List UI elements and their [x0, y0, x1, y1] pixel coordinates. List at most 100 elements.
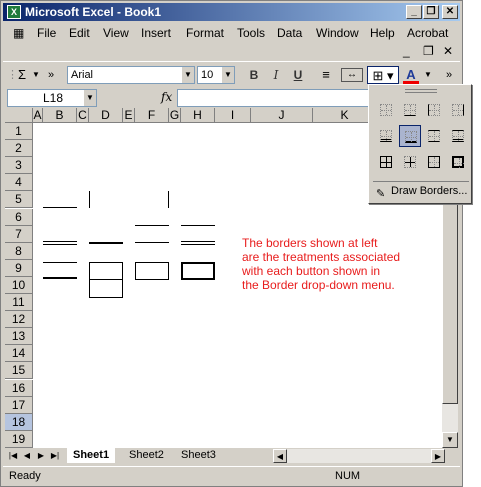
workbook-restore-button[interactable]: ❐: [423, 44, 434, 58]
border-sample-bottom: [43, 207, 77, 208]
row-header[interactable]: 5: [5, 191, 33, 209]
select-all-corner[interactable]: [5, 108, 33, 123]
menu-acrobat[interactable]: Acrobat: [407, 26, 448, 40]
status-ready: Ready: [9, 470, 41, 482]
row-header[interactable]: 13: [5, 328, 33, 346]
menu-tools[interactable]: Tools: [237, 26, 265, 40]
row-header[interactable]: 15: [5, 362, 33, 380]
next-sheet-icon[interactable]: ▶: [35, 450, 47, 462]
title-bar: X Microsoft Excel - Book1 _ ❐ ✕: [3, 3, 460, 21]
scroll-down-icon[interactable]: ▼: [442, 432, 458, 448]
border-sample-top-thick-bottom-a: [43, 262, 77, 263]
scroll-left-icon[interactable]: ◀: [273, 449, 287, 463]
thick-box-border-icon[interactable]: [447, 151, 469, 173]
inside-borders-icon[interactable]: [399, 151, 421, 173]
outside-borders-icon[interactable]: [423, 151, 445, 173]
tab-sheet3[interactable]: Sheet3: [175, 448, 222, 463]
row-header[interactable]: 18: [5, 413, 33, 431]
borders-button[interactable]: ⊞ ▾: [367, 66, 399, 84]
workbook-close-button[interactable]: ✕: [443, 44, 453, 58]
italic-button[interactable]: I: [267, 66, 285, 84]
top-bottom-border-icon[interactable]: [423, 125, 445, 147]
restore-button[interactable]: ❐: [423, 5, 439, 19]
font-color-button[interactable]: A: [403, 66, 419, 84]
close-button[interactable]: ✕: [442, 5, 458, 19]
border-dropdown-menu: ✎ Draw Borders...: [368, 84, 472, 204]
row-header[interactable]: 6: [5, 208, 33, 226]
more-buttons-icon[interactable]: »: [45, 66, 57, 84]
status-num: NUM: [335, 470, 361, 482]
row-header[interactable]: 10: [5, 276, 33, 294]
excel-window: X Microsoft Excel - Book1 _ ❐ ✕ ▦ File E…: [0, 0, 463, 487]
chevron-down-icon[interactable]: ▼: [84, 90, 96, 106]
font-size-combo[interactable]: 10 ▼: [197, 66, 235, 84]
autosum-button[interactable]: Σ: [15, 66, 29, 84]
column-header-g[interactable]: G: [169, 108, 181, 123]
name-box[interactable]: L18 ▼: [7, 89, 97, 107]
column-header-d[interactable]: D: [89, 108, 123, 123]
menu-data[interactable]: Data: [277, 26, 302, 40]
column-header-h[interactable]: H: [181, 108, 215, 123]
column-header-c[interactable]: C: [77, 108, 89, 123]
border-sample-top-double-b: [181, 244, 215, 245]
row-header[interactable]: 2: [5, 140, 33, 158]
left-border-icon[interactable]: [423, 99, 445, 121]
insert-function-icon[interactable]: fx: [161, 90, 172, 104]
column-header-j[interactable]: J: [251, 108, 313, 123]
row-header[interactable]: 19: [5, 430, 33, 448]
bottom-border-icon[interactable]: [399, 99, 421, 121]
tab-sheet2[interactable]: Sheet2: [123, 448, 170, 463]
first-sheet-icon[interactable]: |◀: [7, 450, 19, 462]
column-header-f[interactable]: F: [135, 108, 169, 123]
row-header[interactable]: 16: [5, 379, 33, 397]
row-header[interactable]: 8: [5, 242, 33, 260]
underline-button[interactable]: U: [289, 66, 307, 84]
column-header-e[interactable]: E: [123, 108, 135, 123]
top-double-bottom-border-icon[interactable]: [447, 125, 469, 147]
last-sheet-icon[interactable]: ▶|: [49, 450, 61, 462]
align-icon[interactable]: ≡: [317, 66, 335, 84]
menu-view[interactable]: View: [103, 26, 129, 40]
minimize-button[interactable]: _: [406, 5, 422, 19]
draw-borders-item[interactable]: ✎ Draw Borders...: [373, 181, 469, 200]
horizontal-scrollbar[interactable]: ◀ ▶: [273, 449, 445, 463]
row-header[interactable]: 14: [5, 345, 33, 363]
workbook-icon[interactable]: ▦: [13, 26, 24, 40]
menu-file[interactable]: File: [37, 26, 56, 40]
prev-sheet-icon[interactable]: ◀: [21, 450, 33, 462]
menu-help[interactable]: Help: [370, 26, 395, 40]
right-border-icon[interactable]: [447, 99, 469, 121]
no-border-icon[interactable]: [375, 99, 397, 121]
column-header-i[interactable]: I: [215, 108, 251, 123]
menu-grip[interactable]: [405, 89, 437, 93]
bold-button[interactable]: B: [245, 66, 263, 84]
all-borders-icon[interactable]: [375, 151, 397, 173]
font-color-dropdown-icon[interactable]: ▼: [423, 66, 433, 84]
menu-window[interactable]: Window: [316, 26, 359, 40]
row-header[interactable]: 9: [5, 259, 33, 277]
column-header-a[interactable]: A: [33, 108, 43, 123]
chevron-down-icon[interactable]: ▼: [182, 67, 194, 83]
toolbar-options-icon[interactable]: »: [443, 66, 455, 84]
menu-edit[interactable]: Edit: [69, 26, 90, 40]
workbook-minimize-button[interactable]: _: [403, 44, 410, 58]
bottom-double-border-icon[interactable]: [375, 125, 397, 147]
menu-insert[interactable]: Insert: [141, 26, 171, 40]
row-header[interactable]: 11: [5, 294, 33, 312]
excel-icon[interactable]: X: [7, 5, 21, 19]
merge-center-icon[interactable]: ↔: [341, 68, 363, 82]
menu-format[interactable]: Format: [186, 26, 224, 40]
scroll-right-icon[interactable]: ▶: [431, 449, 445, 463]
row-header[interactable]: 17: [5, 396, 33, 414]
tab-sheet1[interactable]: Sheet1: [67, 448, 116, 463]
row-header[interactable]: 7: [5, 225, 33, 243]
autosum-dropdown-icon[interactable]: ▼: [31, 66, 41, 84]
row-header[interactable]: 1: [5, 123, 33, 141]
font-name-combo[interactable]: Arial ▼: [67, 66, 195, 84]
row-header[interactable]: 12: [5, 311, 33, 329]
chevron-down-icon[interactable]: ▼: [222, 67, 234, 83]
thick-bottom-border-icon[interactable]: [399, 125, 421, 147]
row-header[interactable]: 4: [5, 174, 33, 192]
column-header-b[interactable]: B: [43, 108, 77, 123]
row-header[interactable]: 3: [5, 157, 33, 175]
